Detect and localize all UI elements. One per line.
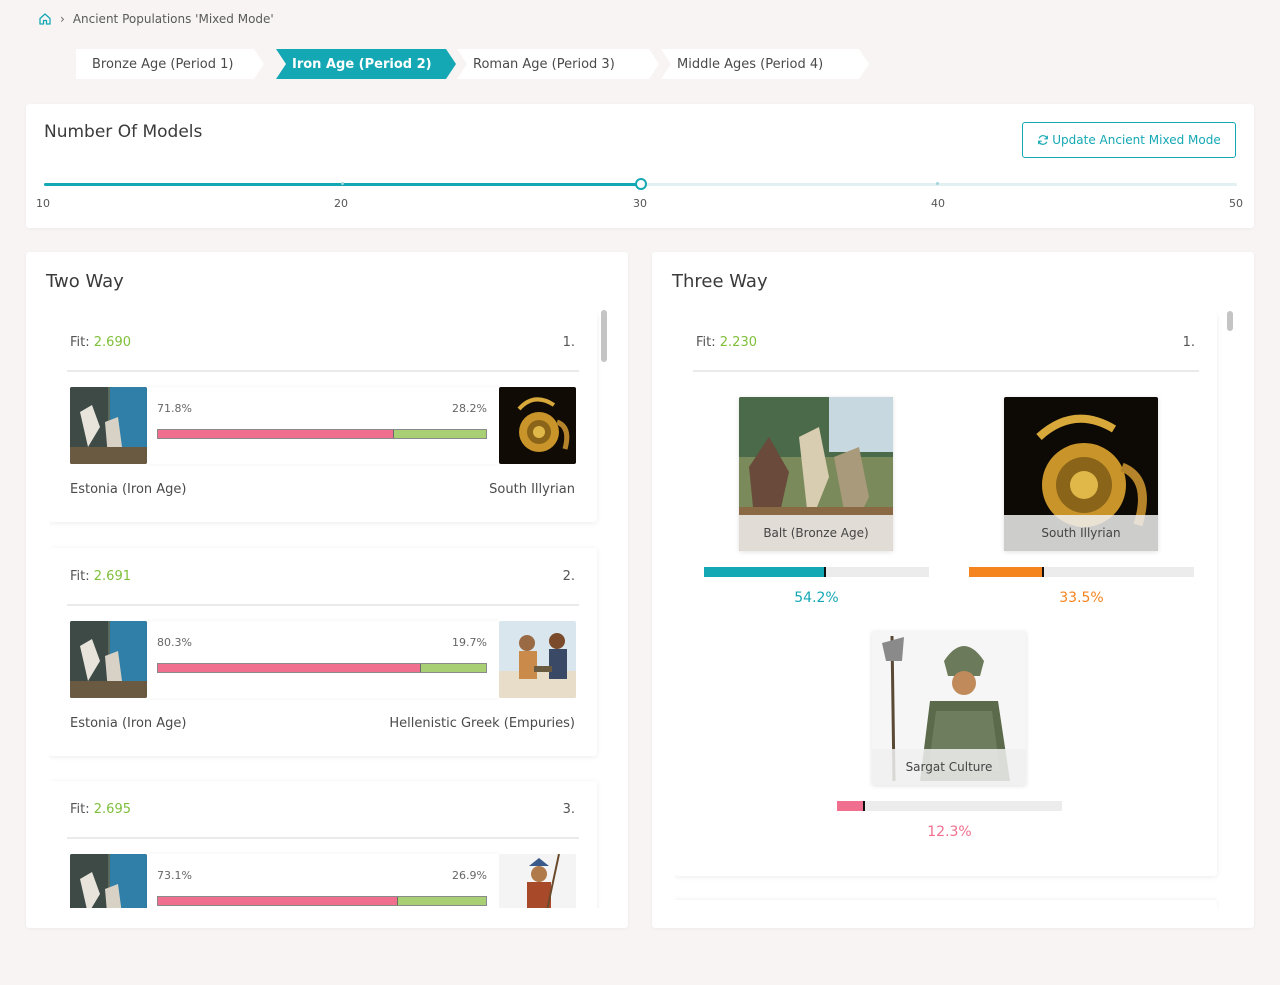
divider (67, 837, 579, 839)
slider-label-20: 20 (334, 197, 348, 210)
three-way-result: Fit: 2.230 1. Balt (Bronze Age) 54.2% So… (675, 314, 1217, 876)
divider (67, 604, 579, 606)
rank-label: 1. (562, 335, 575, 350)
tab-roman-age[interactable]: Roman Age (Period 3) (457, 49, 659, 79)
slider-tick-dot (936, 182, 939, 185)
left-percentage: 80.3% (157, 636, 192, 649)
component-percentage: 33.5% (1059, 590, 1104, 606)
component-percentage: 54.2% (794, 590, 839, 606)
population-image-estonia (70, 387, 147, 464)
three-way-card: Three Way Fit: 2.230 1. Balt (Bronze Age… (652, 252, 1254, 928)
component-image-sargat: Sargat Culture (872, 631, 1026, 785)
update-mixed-mode-button[interactable]: Update Ancient Mixed Mode (1022, 122, 1236, 158)
fit-label: Fit: 2.691 (70, 569, 131, 584)
component-name: Sargat Culture (872, 749, 1026, 785)
admixture-bar-panel: 80.3% 19.7% (147, 621, 499, 698)
two-way-result: Fit: 2.690 1. 71.8% 28.2% Estonia (Iron … (49, 314, 597, 522)
two-way-scrollbar[interactable] (601, 310, 607, 362)
slider-label-40: 40 (931, 197, 945, 210)
models-card: Number Of Models Update Ancient Mixed Mo… (26, 104, 1254, 228)
population-image-south-illyrian (499, 387, 576, 464)
component-name: South Illyrian (1004, 515, 1158, 551)
component-bar (704, 567, 929, 577)
slider-label-50: 50 (1229, 197, 1243, 210)
right-percentage: 26.9% (452, 869, 487, 882)
component-bar-fill (969, 567, 1045, 577)
tab-bronze-age[interactable]: Bronze Age (Period 1) (76, 49, 264, 79)
component-bar-fill (704, 567, 826, 577)
models-slider[interactable] (44, 178, 1237, 190)
fit-label: Fit: 2.230 (696, 335, 757, 350)
component-name: Balt (Bronze Age) (739, 515, 893, 551)
divider (693, 370, 1199, 372)
left-percentage: 71.8% (157, 402, 192, 415)
population-image-estonia (70, 621, 147, 698)
two-way-list[interactable]: Fit: 2.690 1. 71.8% 28.2% Estonia (Iron … (49, 314, 605, 908)
models-title: Number Of Models (44, 122, 203, 142)
admixture-bar (157, 896, 487, 906)
population-image-estonia (70, 854, 147, 908)
slider-label-30: 30 (633, 197, 647, 210)
population-image-hellenistic-greek (499, 621, 576, 698)
admixture-bar-panel: 71.8% 28.2% (147, 387, 499, 464)
next-result-card-edge (675, 900, 1217, 908)
component-bar (969, 567, 1194, 577)
fit-label: Fit: 2.695 (70, 802, 131, 817)
left-population-name: Estonia (Iron Age) (70, 716, 187, 731)
admixture-bar-left-segment (158, 897, 398, 905)
refresh-icon (1038, 135, 1049, 145)
right-percentage: 28.2% (452, 402, 487, 415)
admixture-bar (157, 429, 487, 439)
slider-label-10: 10 (36, 197, 50, 210)
population-image-warrior (499, 854, 576, 908)
three-way-list[interactable]: Fit: 2.230 1. Balt (Bronze Age) 54.2% So… (675, 314, 1223, 908)
two-way-card: Two Way Fit: 2.690 1. 71.8% 28.2% Estoni… (26, 252, 628, 928)
fit-label: Fit: 2.690 (70, 335, 131, 350)
three-way-scrollbar[interactable] (1227, 311, 1233, 331)
chevron-right-icon: › (60, 12, 65, 26)
left-population-name: Estonia (Iron Age) (70, 482, 187, 497)
two-way-result: Fit: 2.695 3. 73.1% 26.9% (49, 781, 597, 908)
admixture-bar-left-segment (158, 430, 394, 438)
right-percentage: 19.7% (452, 636, 487, 649)
right-population-name: South Illyrian (489, 482, 575, 497)
slider-handle[interactable] (634, 178, 647, 190)
rank-label: 3. (562, 802, 575, 817)
left-percentage: 73.1% (157, 869, 192, 882)
divider (67, 370, 579, 372)
two-way-title: Two Way (46, 271, 124, 292)
admixture-bar-left-segment (158, 664, 422, 672)
three-way-title: Three Way (672, 271, 768, 292)
breadcrumb: › Ancient Populations 'Mixed Mode' (38, 12, 274, 26)
tab-iron-age[interactable]: Iron Age (Period 2) (276, 49, 456, 79)
slider-tick-dot (341, 182, 344, 185)
rank-label: 2. (562, 569, 575, 584)
admixture-bar-panel: 73.1% 26.9% (147, 854, 499, 908)
two-way-result: Fit: 2.691 2. 80.3% 19.7% Estonia (Iron … (49, 548, 597, 756)
component-image-south-illyrian: South Illyrian (1004, 397, 1158, 551)
admixture-bar (157, 663, 487, 673)
home-icon[interactable] (38, 12, 52, 26)
component-bar-fill (837, 801, 865, 811)
component-percentage: 12.3% (927, 824, 972, 840)
breadcrumb-current: Ancient Populations 'Mixed Mode' (72, 12, 274, 26)
component-bar (837, 801, 1062, 811)
rank-label: 1. (1182, 335, 1195, 350)
right-population-name: Hellenistic Greek (Empuries) (389, 716, 575, 731)
component-image-balt: Balt (Bronze Age) (739, 397, 893, 551)
tab-middle-ages[interactable]: Middle Ages (Period 4) (661, 49, 869, 79)
